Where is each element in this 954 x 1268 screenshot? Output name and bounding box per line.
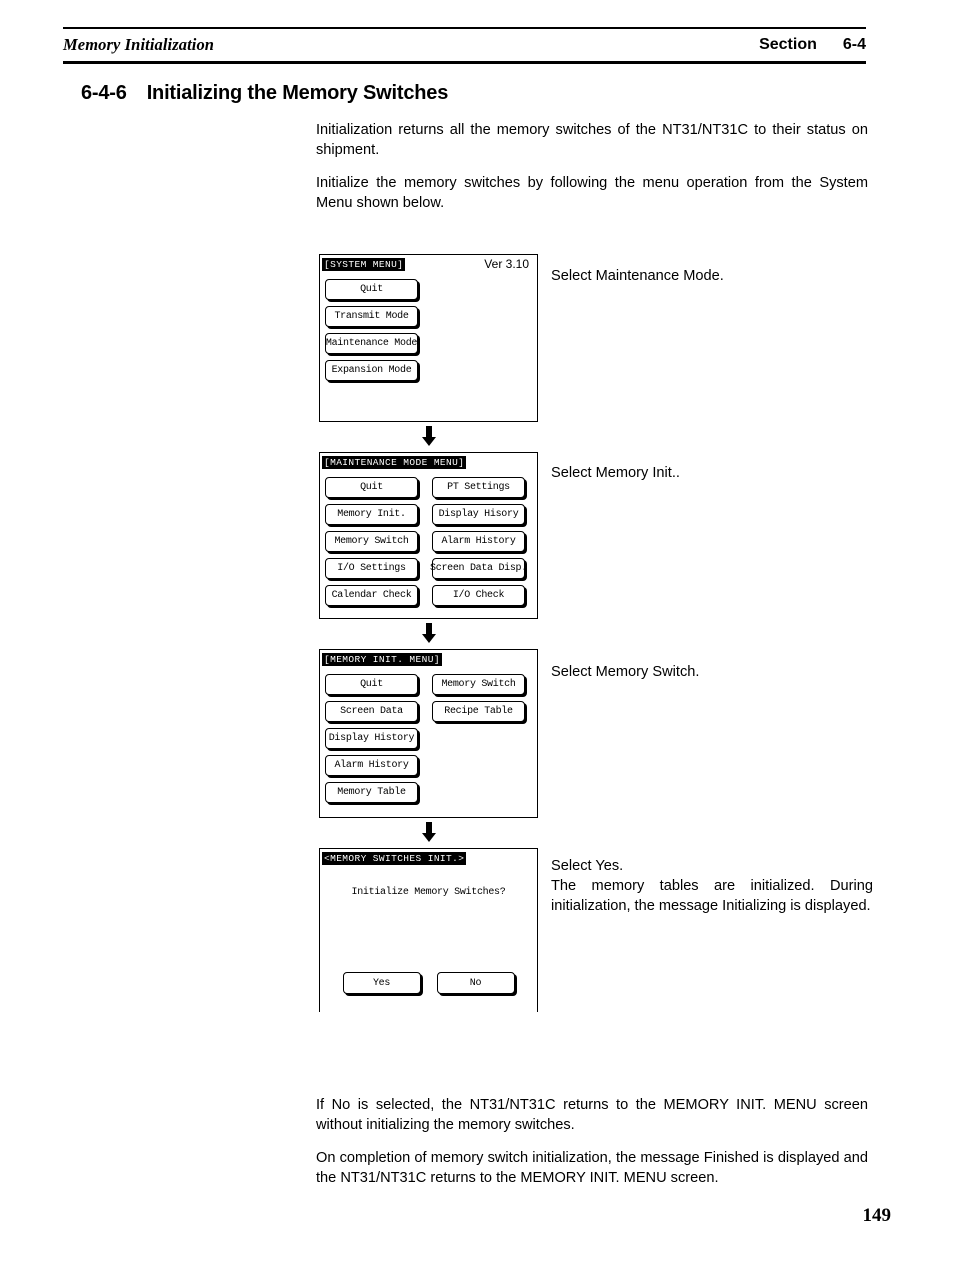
button-column-left: Quit Screen Data Display History Alarm H… xyxy=(325,674,418,803)
pt-screen-system-menu: [SYSTEM MENU] Ver 3.10 Quit Transmit Mod… xyxy=(319,254,538,422)
pt-button-calendar-check[interactable]: Calendar Check xyxy=(325,585,418,606)
outro-text-block: If No is selected, the NT31/NT31C return… xyxy=(316,1095,868,1188)
pt-button-memory-init[interactable]: Memory Init. xyxy=(325,504,418,525)
button-column-right: Memory Switch Recipe Table xyxy=(432,674,525,803)
pt-button-io-settings[interactable]: I/O Settings xyxy=(325,558,418,579)
section-title: Initializing the Memory Switches xyxy=(146,82,449,104)
pt-button-quit[interactable]: Quit xyxy=(325,279,418,300)
annotation-line: Select Memory Init.. xyxy=(551,465,680,481)
pt-button-maintenance-mode[interactable]: Maintenance Mode xyxy=(325,333,418,354)
annotation-memory-switches-init: Select Yes. The memory tables are initia… xyxy=(551,856,873,916)
intro-paragraph-2: Initialize the memory switches by follow… xyxy=(316,175,868,211)
header-section-number: 6-4 xyxy=(842,36,866,53)
screen-title-bar: [MEMORY INIT. MENU] xyxy=(322,653,442,666)
flow-step-system-menu: [SYSTEM MENU] Ver 3.10 Quit Transmit Mod… xyxy=(319,254,879,422)
screen-title-bar: [MAINTENANCE MODE MENU] xyxy=(322,456,467,469)
outro-paragraph-1: If No is selected, the NT31/NT31C return… xyxy=(316,1097,868,1133)
flow-step-maintenance-mode-menu: [MAINTENANCE MODE MENU] Quit Memory Init… xyxy=(319,452,879,619)
pt-button-pt-settings[interactable]: PT Settings xyxy=(432,477,525,498)
pt-button-memory-switch[interactable]: Memory Switch xyxy=(432,674,525,695)
flow-arrow-2 xyxy=(319,619,538,649)
header-section-label: Section xyxy=(759,36,817,53)
pt-button-alarm-history[interactable]: Alarm History xyxy=(432,531,525,552)
page-title: 6-4-6 Initializing the Memory Switches xyxy=(81,82,448,105)
pt-button-quit[interactable]: Quit xyxy=(325,477,418,498)
version-label: Ver 3.10 xyxy=(484,257,529,271)
button-column-left: Quit Transmit Mode Maintenance Mode Expa… xyxy=(325,279,418,381)
page-header: Memory Initialization Section 6-4 xyxy=(63,27,866,64)
screen-button-area: Quit Memory Init. Memory Switch I/O Sett… xyxy=(320,453,537,614)
button-column-left: Quit Memory Init. Memory Switch I/O Sett… xyxy=(325,477,418,606)
header-chapter-title: Memory Initialization xyxy=(63,35,215,54)
pt-button-io-check[interactable]: I/O Check xyxy=(432,585,525,606)
menu-operation-flow: [SYSTEM MENU] Ver 3.10 Quit Transmit Mod… xyxy=(319,254,879,1012)
pt-button-yes[interactable]: Yes xyxy=(342,972,421,994)
annotation-system-menu: Select Maintenance Mode. xyxy=(551,266,873,286)
dialog-body: Initialize Memory Switches? Yes No xyxy=(320,849,537,1012)
pt-button-display-history[interactable]: Display Hisory xyxy=(432,504,525,525)
dialog-prompt-text: Initialize Memory Switches? xyxy=(351,887,506,898)
screen-button-area: Quit Transmit Mode Maintenance Mode Expa… xyxy=(320,255,537,389)
pt-button-screen-data[interactable]: Screen Data xyxy=(325,701,418,722)
flow-arrow-1 xyxy=(319,422,538,452)
page-number: 149 xyxy=(862,1205,892,1226)
screen-title-bar: [SYSTEM MENU] xyxy=(322,258,406,271)
intro-text-block: Initialization returns all the memory sw… xyxy=(316,120,868,213)
flow-step-memory-init-menu: [MEMORY INIT. MENU] Quit Screen Data Dis… xyxy=(319,649,879,818)
outro-paragraph-2: On completion of memory switch initializ… xyxy=(316,1150,868,1186)
pt-screen-memory-switches-init: <MEMORY SWITCHES INIT.> Initialize Memor… xyxy=(319,848,538,1012)
intro-paragraph-1: Initialization returns all the memory sw… xyxy=(316,122,868,158)
annotation-line: Select Memory Switch. xyxy=(551,664,700,680)
pt-button-memory-switch[interactable]: Memory Switch xyxy=(325,531,418,552)
header-section-ref: Section 6-4 xyxy=(759,36,866,54)
pt-button-quit[interactable]: Quit xyxy=(325,674,418,695)
pt-button-recipe-table[interactable]: Recipe Table xyxy=(432,701,525,722)
annotation-memory-init-menu: Select Memory Switch. xyxy=(551,662,873,682)
pt-screen-memory-init-menu: [MEMORY INIT. MENU] Quit Screen Data Dis… xyxy=(319,649,538,818)
pt-button-display-history[interactable]: Display History xyxy=(325,728,418,749)
annotation-maintenance-mode-menu: Select Memory Init.. xyxy=(551,463,873,483)
section-number: 6-4-6 xyxy=(81,82,127,104)
button-column-right: PT Settings Display Hisory Alarm History… xyxy=(430,477,527,606)
pt-button-transmit-mode[interactable]: Transmit Mode xyxy=(325,306,418,327)
pt-button-expansion-mode[interactable]: Expansion Mode xyxy=(325,360,418,381)
annotation-line: Select Yes. xyxy=(551,858,624,874)
pt-button-no[interactable]: No xyxy=(436,972,515,994)
pt-button-memory-table[interactable]: Memory Table xyxy=(325,782,418,803)
flow-step-memory-switches-init-dialog: <MEMORY SWITCHES INIT.> Initialize Memor… xyxy=(319,848,879,1012)
dialog-button-row: Yes No xyxy=(320,972,537,994)
flow-arrow-3 xyxy=(319,818,538,848)
pt-button-screen-data-disp[interactable]: Screen Data Disp. xyxy=(430,558,527,579)
pt-screen-maintenance-mode-menu: [MAINTENANCE MODE MENU] Quit Memory Init… xyxy=(319,452,538,619)
screen-button-area: Quit Screen Data Display History Alarm H… xyxy=(320,650,537,811)
pt-button-alarm-history[interactable]: Alarm History xyxy=(325,755,418,776)
annotation-paragraph: The memory tables are initialized. Durin… xyxy=(551,878,873,914)
annotation-line: Select Maintenance Mode. xyxy=(551,268,724,284)
